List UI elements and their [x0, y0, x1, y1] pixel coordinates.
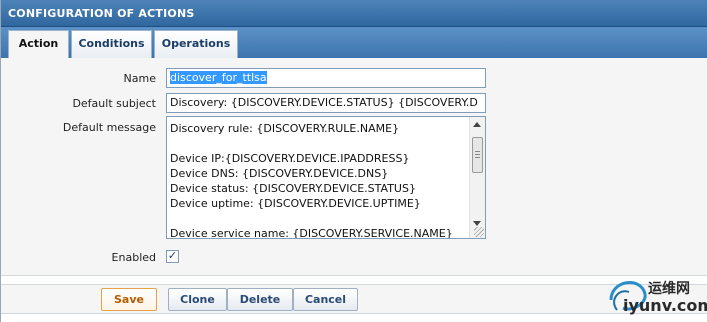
resize-grip-icon[interactable]	[474, 227, 484, 237]
message-line: Device status: {DISCOVERY.DEVICE.STATUS}	[170, 182, 416, 195]
default-subject-input[interactable]: Discovery: {DISCOVERY.DEVICE.STATUS} {DI…	[166, 93, 486, 113]
scroll-up-arrow-icon[interactable]	[473, 122, 481, 127]
name-input[interactable]: discover_for_ttlsa	[166, 68, 486, 88]
watermark-text-domain: iyunv.com	[623, 296, 707, 315]
delete-button[interactable]: Delete	[227, 288, 293, 311]
save-button[interactable]: Save	[101, 288, 157, 311]
enabled-label: Enabled	[111, 251, 156, 264]
message-line: Device DNS: {DISCOVERY.DEVICE.DNS}	[170, 167, 389, 180]
enabled-checkbox[interactable]: ✓	[166, 250, 179, 263]
message-line	[170, 211, 467, 226]
message-line: Device service name: {DISCOVERY.SERVICE.…	[170, 227, 453, 239]
title-bar: CONFIGURATION OF ACTIONS	[1, 0, 707, 27]
message-line: Discovery rule: {DISCOVERY.RULE.NAME}	[170, 122, 400, 135]
message-scrollbar[interactable]	[469, 117, 485, 238]
default-message-text: Discovery rule: {DISCOVERY.RULE.NAME} De…	[170, 121, 467, 239]
message-line	[170, 136, 467, 151]
tab-strip: Action Conditions Operations	[1, 27, 707, 59]
tab-operations[interactable]: Operations	[154, 30, 238, 58]
watermark-text-cn: 运维网	[648, 281, 690, 297]
window-title: CONFIGURATION OF ACTIONS	[8, 7, 195, 20]
clone-button[interactable]: Clone	[168, 288, 227, 311]
scroll-down-arrow-icon[interactable]	[473, 221, 481, 226]
default-subject-label: Default subject	[72, 97, 156, 110]
message-line: Device IP:{DISCOVERY.DEVICE.IPADDRESS}	[170, 152, 410, 165]
name-input-value: discover_for_ttlsa	[170, 71, 267, 84]
default-message-textarea[interactable]: Discovery rule: {DISCOVERY.RULE.NAME} De…	[166, 116, 486, 239]
message-line: Device uptime: {DISCOVERY.DEVICE.UPTIME}	[170, 197, 421, 210]
action-form: Name discover_for_ttlsa Default subject …	[1, 58, 707, 276]
checkmark-icon: ✓	[167, 249, 178, 262]
default-message-label: Default message	[62, 121, 156, 134]
action-configuration-window: CONFIGURATION OF ACTIONS Action Conditio…	[0, 0, 707, 322]
tab-conditions[interactable]: Conditions	[71, 30, 152, 58]
name-label: Name	[123, 72, 156, 85]
cancel-button[interactable]: Cancel	[293, 288, 358, 311]
tab-action[interactable]: Action	[8, 30, 69, 59]
scroll-thumb[interactable]	[472, 137, 483, 173]
